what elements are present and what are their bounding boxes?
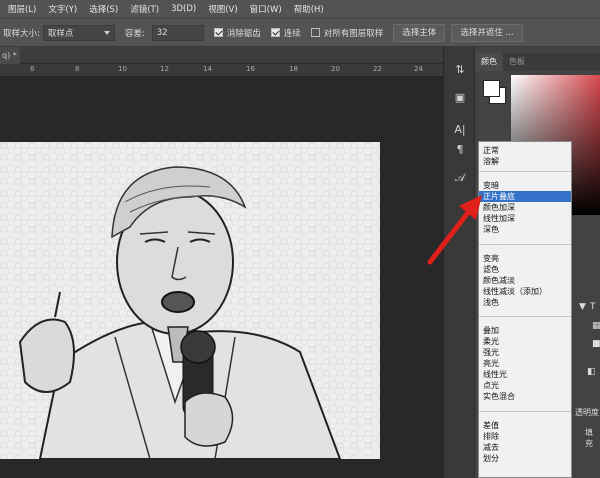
blend-mode-dropdown[interactable]: 正常 溶解 变暗 正片叠底 颜色加深 线性加深 深色 变亮 滤色 颜色减淡 线性… xyxy=(478,141,572,478)
divider xyxy=(479,411,571,412)
blend-mode-option[interactable]: 变暗 xyxy=(483,180,499,191)
menu-help[interactable]: 帮助(H) xyxy=(288,3,330,15)
select-and-mask-button[interactable]: 选择并遮住 ... xyxy=(451,23,523,42)
blend-mode-option[interactable]: 亮光 xyxy=(483,358,499,369)
document-tab-row: q) * × xyxy=(0,47,443,77)
chevron-down-icon xyxy=(103,30,110,35)
sample-size-value: 取样点 xyxy=(47,28,74,39)
blend-mode-option[interactable]: 实色混合 xyxy=(483,391,515,402)
divider xyxy=(479,171,571,172)
fill-label: 填充 xyxy=(585,428,593,448)
ruler-tick: 8 xyxy=(75,65,80,73)
sample-all-layers-checkbox[interactable]: 对所有图层取样 xyxy=(310,27,384,39)
antialias-label: 消除锯齿 xyxy=(226,28,261,39)
character-icon[interactable]: A| xyxy=(449,119,471,141)
tab-color[interactable]: 颜色 xyxy=(475,53,503,71)
blend-mode-option-selected[interactable]: 正片叠底 xyxy=(483,191,515,202)
ruler-tick: 12 xyxy=(160,65,169,73)
blend-mode-option[interactable]: 划分 xyxy=(483,453,499,464)
checkbox-checked-icon xyxy=(213,28,223,37)
blend-mode-option[interactable]: 正常 xyxy=(483,145,499,156)
blend-mode-option[interactable]: 浅色 xyxy=(483,297,499,308)
glyphs-icon[interactable]: 𝒜 xyxy=(449,167,471,189)
contiguous-checkbox[interactable]: 连续 xyxy=(270,27,301,39)
square-icon[interactable]: ■ xyxy=(592,339,600,349)
menu-window[interactable]: 窗口(W) xyxy=(244,3,288,15)
blend-mode-option[interactable]: 排除 xyxy=(483,431,499,442)
ruler-tick: 18 xyxy=(289,65,298,73)
color-panel-tabs: 颜色 色板 xyxy=(475,53,600,71)
menu-select[interactable]: 选择(S) xyxy=(83,3,124,15)
ruler-tick: 10 xyxy=(118,65,127,73)
menu-view[interactable]: 视图(V) xyxy=(202,3,243,15)
blend-mode-option[interactable]: 差值 xyxy=(483,420,499,431)
blend-mode-option[interactable]: 线性加深 xyxy=(483,213,515,224)
blend-mode-option[interactable]: 线性光 xyxy=(483,369,507,380)
text-tool-icon[interactable]: T xyxy=(590,302,596,312)
panel-tool-strip: ⇅ ▣ A| ¶ 𝒜 xyxy=(443,47,474,478)
grid-icon[interactable]: ▦ xyxy=(592,321,600,331)
blend-mode-option[interactable]: 颜色加深 xyxy=(483,202,515,213)
ruler-tick: 22 xyxy=(373,65,382,73)
blend-mode-option[interactable]: 点光 xyxy=(483,380,499,391)
sample-all-layers-label: 对所有图层取样 xyxy=(323,28,384,39)
document-tab-label: q) * xyxy=(2,51,17,60)
sketch-photo[interactable] xyxy=(0,142,380,459)
menu-3d[interactable]: 3D(D) xyxy=(165,4,202,14)
properties-icon[interactable]: ⇅ xyxy=(449,59,471,81)
select-subject-button[interactable]: 选择主体 xyxy=(393,23,446,42)
sample-size-select[interactable]: 取样点 xyxy=(42,24,115,41)
tolerance-label: 容差: xyxy=(124,28,145,39)
blend-mode-option[interactable]: 深色 xyxy=(483,224,499,235)
horizontal-ruler: 6 8 10 12 14 16 18 20 22 24 xyxy=(0,64,443,77)
paragraph-icon[interactable]: ¶ xyxy=(449,139,471,161)
blend-mode-option[interactable]: 变亮 xyxy=(483,253,499,264)
options-bar: 取样大小: 取样点 容差: 32 消除锯齿 连续 对所有图层取样 选择主体 选择… xyxy=(0,18,600,47)
divider xyxy=(479,244,571,245)
blend-mode-option[interactable]: 溶解 xyxy=(483,156,499,167)
layer-style-icon[interactable]: ▼ xyxy=(579,302,586,312)
ruler-tick: 24 xyxy=(414,65,423,73)
brush-settings-icon[interactable]: ▣ xyxy=(449,87,471,109)
ruler-tick: 6 xyxy=(30,65,35,73)
blend-mode-option[interactable]: 强光 xyxy=(483,347,499,358)
menu-type[interactable]: 文字(Y) xyxy=(42,3,83,15)
divider xyxy=(479,316,571,317)
tolerance-input[interactable]: 32 xyxy=(151,24,204,41)
blend-mode-option[interactable]: 柔光 xyxy=(483,336,499,347)
menu-filter[interactable]: 滤镜(T) xyxy=(124,3,165,15)
opacity-label: 透明度 xyxy=(575,408,599,417)
document-tab[interactable]: q) * × xyxy=(0,47,20,77)
menu-layer[interactable]: 图层(L) xyxy=(2,3,42,15)
antialias-checkbox[interactable]: 消除锯齿 xyxy=(213,27,261,39)
blend-mode-option[interactable]: 线性减淡（添加） xyxy=(483,286,547,297)
blend-mode-option[interactable]: 滤色 xyxy=(483,264,499,275)
sketch-image xyxy=(0,142,380,459)
ruler-tick: 14 xyxy=(203,65,212,73)
checkbox-unchecked-icon xyxy=(310,28,320,37)
foreground-color-swatch[interactable] xyxy=(483,80,500,97)
sample-size-label: 取样大小: xyxy=(3,28,40,39)
ruler-tick: 20 xyxy=(331,65,340,73)
blend-mode-option[interactable]: 叠加 xyxy=(483,325,499,336)
checkbox-checked-icon xyxy=(270,28,280,37)
ruler-tick: 16 xyxy=(246,65,255,73)
menu-bar: 图层(L) 文字(Y) 选择(S) 滤镜(T) 3D(D) 视图(V) 窗口(W… xyxy=(0,0,600,18)
contiguous-label: 连续 xyxy=(283,28,301,39)
lock-icon[interactable]: ◧ xyxy=(587,367,596,377)
blend-mode-option[interactable]: 颜色减淡 xyxy=(483,275,515,286)
tab-swatches[interactable]: 色板 xyxy=(503,53,531,71)
blend-mode-option[interactable]: 减去 xyxy=(483,442,499,453)
